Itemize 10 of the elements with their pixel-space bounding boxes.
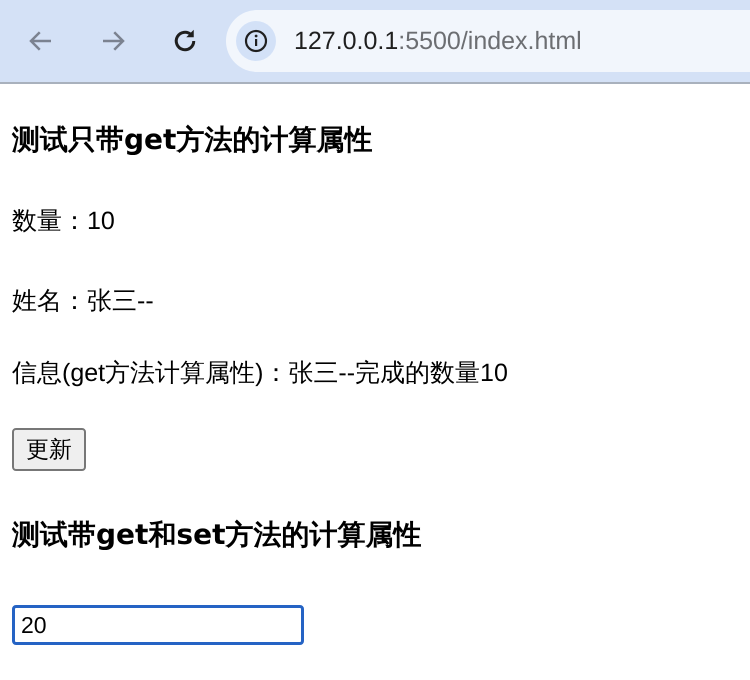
url-text: 127.0.0.1:5500/index.html (294, 26, 582, 56)
address-bar[interactable]: 127.0.0.1:5500/index.html (226, 10, 750, 72)
info-line: 数量：10 (12, 206, 116, 237)
info-line: 信息(get方法计算属性)：张三--完成的数量10 (12, 358, 509, 389)
section-heading: 测试带get和set方法的计算属性 (12, 517, 422, 553)
update-button[interactable]: 更新 (12, 428, 86, 471)
section-heading: 测试只带get方法的计算属性 (12, 122, 374, 158)
input-field[interactable]: 20 (12, 605, 304, 645)
info-icon[interactable] (236, 21, 276, 61)
info-line: 姓名：张三-- (12, 286, 155, 317)
